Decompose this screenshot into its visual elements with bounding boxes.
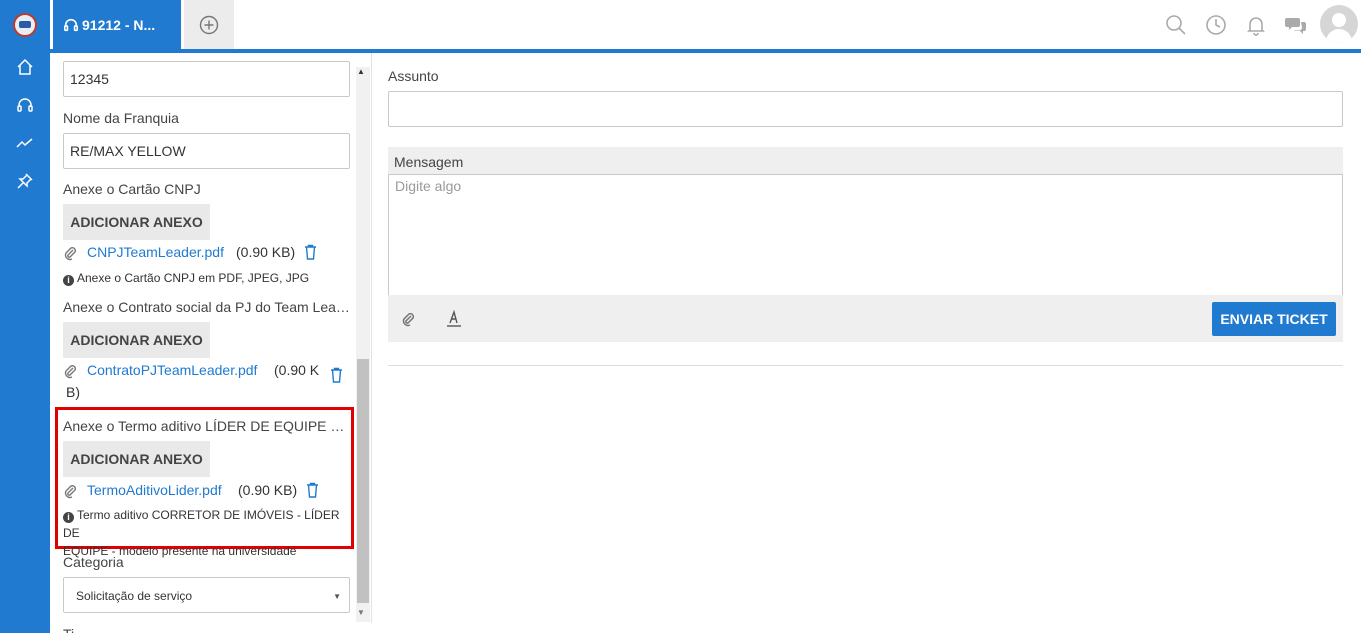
contrato-file-row: ContratoPJTeamLeader.pdf (0.90 K B) [63, 362, 353, 402]
termo-hint: i Termo aditivo CORRETOR DE IMÓVEIS - LÍD… [63, 506, 348, 560]
id-field[interactable]: 12345 [63, 61, 350, 97]
scroll-down-arrow[interactable]: ▼ [357, 608, 365, 617]
contrato-file-size: (0.90 K [274, 362, 320, 378]
panel-divider [371, 53, 372, 623]
paperclip-icon [64, 365, 76, 379]
send-ticket-button[interactable]: ENVIAR TICKET [1212, 302, 1336, 336]
termo-label: Anexe o Termo aditivo LÍDER DE EQUIPE pr… [63, 418, 350, 434]
user-avatar[interactable] [1320, 5, 1358, 43]
categoria-selected-value: Solicitação de serviço [76, 589, 193, 603]
headset-icon [63, 18, 79, 31]
app-logo[interactable] [13, 13, 37, 37]
caret-down-icon: ▼ [333, 592, 341, 601]
headset-icon[interactable] [13, 93, 37, 117]
add-contrato-attachment-button[interactable]: ADICIONAR ANEXO [63, 322, 210, 358]
mensagem-label: Mensagem [394, 154, 464, 170]
text-format-icon[interactable] [444, 309, 464, 329]
top-bar: 91212 - N... [50, 0, 1361, 49]
cnpj-file-link[interactable]: CNPJTeamLeader.pdf [87, 244, 224, 260]
contrato-file-size-wrap: B) [66, 384, 80, 400]
add-termo-attachment-button[interactable]: ADICIONAR ANEXO [63, 441, 210, 477]
clock-icon[interactable] [1204, 13, 1228, 37]
attach-icon[interactable] [398, 309, 418, 329]
chat-icon[interactable] [1284, 13, 1308, 37]
contrato-label: Anexe o Contrato social da PJ do Team Le… [63, 299, 353, 315]
tab-ticket[interactable]: 91212 - N... [53, 0, 181, 49]
termo-file-link[interactable]: TermoAditivoLider.pdf [87, 482, 222, 498]
ticket-fields-panel: 12345 Nome da Franquia RE/MAX YELLOW Ane… [50, 53, 372, 633]
trend-icon[interactable] [13, 131, 37, 155]
franquia-label: Nome da Franquia [63, 110, 179, 126]
mensagem-toolbar: ENVIAR TICKET [388, 295, 1343, 342]
cnpj-hint: i Anexe o Cartão CNPJ em PDF, JPEG, JPG [63, 269, 309, 287]
section-divider [388, 365, 1343, 366]
categoria-select[interactable]: Solicitação de serviço ▼ [63, 577, 350, 613]
search-icon[interactable] [1164, 13, 1188, 37]
termo-file-size: (0.90 KB) [238, 482, 298, 498]
next-field-label: Ti [63, 626, 353, 633]
home-icon[interactable] [13, 55, 37, 79]
left-navigation [0, 0, 50, 633]
cnpj-file-size: (0.90 KB) [236, 244, 296, 260]
paperclip-icon [64, 247, 76, 261]
categoria-label: Categoria [63, 554, 124, 570]
scrollbar-thumb[interactable] [357, 359, 369, 603]
paperclip-icon [64, 485, 76, 499]
add-cnpj-attachment-button[interactable]: ADICIONAR ANEXO [63, 204, 210, 240]
mensagem-textarea[interactable]: Digite algo [388, 174, 1343, 296]
info-icon: i [63, 512, 74, 523]
cnpj-label: Anexe o Cartão CNPJ [63, 181, 201, 197]
add-tab-button[interactable] [184, 0, 234, 49]
contrato-file-link[interactable]: ContratoPJTeamLeader.pdf [87, 362, 257, 378]
pin-icon[interactable] [13, 169, 37, 193]
scroll-up-arrow[interactable]: ▲ [357, 67, 365, 76]
plus-circle-icon [199, 15, 219, 34]
bell-icon[interactable] [1244, 13, 1268, 37]
info-icon: i [63, 275, 74, 286]
delete-icon[interactable] [304, 244, 317, 260]
assunto-input[interactable] [388, 91, 1343, 127]
delete-icon[interactable] [330, 367, 343, 383]
termo-file-row: TermoAditivoLider.pdf (0.90 KB) [63, 482, 353, 502]
tab-ticket-label: 91212 - N... [82, 16, 156, 33]
cnpj-file-row: CNPJTeamLeader.pdf (0.90 KB) [63, 244, 353, 264]
assunto-label: Assunto [388, 68, 439, 84]
delete-icon[interactable] [306, 482, 319, 498]
franquia-field[interactable]: RE/MAX YELLOW [63, 133, 350, 169]
cnpj-hint-text: Anexe o Cartão CNPJ em PDF, JPEG, JPG [77, 271, 310, 285]
mensagem-header: Mensagem [388, 147, 1343, 174]
termo-hint-line-1: Termo aditivo CORRETOR DE IMÓVEIS - LÍDE… [63, 508, 340, 540]
